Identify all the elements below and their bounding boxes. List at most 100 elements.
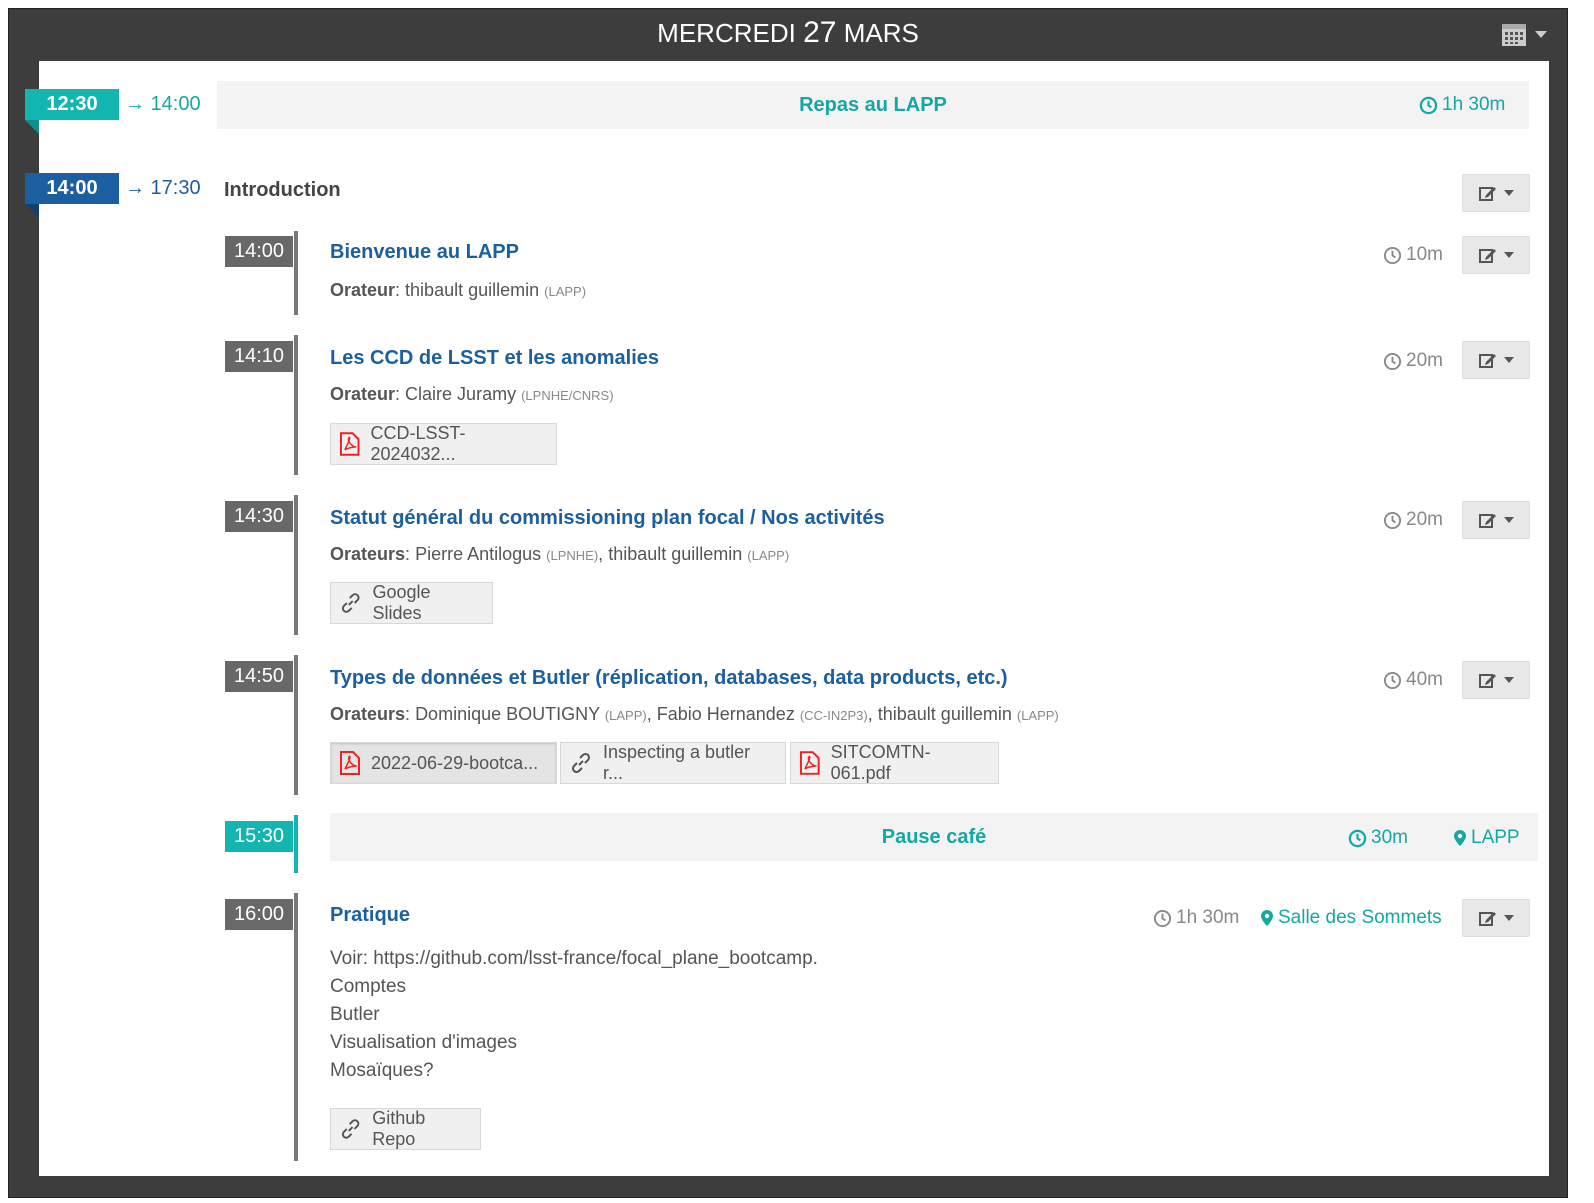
- speaker-affiliation: (CC-IN2P3): [799, 708, 868, 723]
- clock-icon: [1383, 511, 1402, 529]
- flag-tail: [25, 204, 39, 218]
- coffee-duration-text: 30m: [1371, 827, 1408, 848]
- material-button[interactable]: SITCOMTN-061.pdf: [790, 742, 999, 784]
- edit-icon: [1479, 912, 1496, 926]
- pdf-icon: [799, 751, 820, 775]
- link-icon: [571, 752, 591, 774]
- coffee-time: 15:30: [225, 821, 293, 852]
- day-header: MERCREDI 27 MARS: [9, 9, 1567, 57]
- description-line: Comptes: [330, 976, 407, 997]
- day-number: 27: [803, 16, 837, 49]
- material-label: Google Slides: [372, 582, 431, 623]
- day-weekday: MERCREDI: [657, 18, 796, 48]
- clock-icon: [1348, 829, 1367, 847]
- speaker-line: Orateurs: Dominique BOUTIGNY (LAPP), Fab…: [330, 704, 1059, 724]
- contribution-edit-button[interactable]: [1462, 899, 1530, 937]
- material-button[interactable]: Google Slides: [330, 582, 493, 624]
- day-month: MARS: [843, 18, 919, 48]
- speaker-name: Claire Juramy: [405, 384, 517, 404]
- speaker-label: Orateurs: [330, 544, 406, 564]
- contribution-title[interactable]: Pratique: [330, 904, 410, 927]
- material-button[interactable]: Inspecting a butler r...: [560, 742, 786, 784]
- contribution-time: 14:30: [225, 501, 293, 532]
- contribution-title[interactable]: Les CCD de LSST et les anomalies: [330, 347, 659, 370]
- speaker-name: Dominique BOUTIGNY: [415, 704, 600, 724]
- speaker-affiliation: (LPNHE): [546, 548, 599, 563]
- chevron-down-icon: [1504, 517, 1514, 523]
- timeline-bar: [294, 231, 298, 315]
- contribution-duration: 10m: [1383, 244, 1443, 266]
- timeline-bar: [294, 495, 298, 635]
- speaker-line: Orateur: Claire Juramy (LPNHE/CNRS): [330, 384, 614, 404]
- contribution-title[interactable]: Statut général du commissioning plan foc…: [330, 507, 885, 530]
- edit-icon: [1479, 514, 1496, 528]
- calendar-menu-button[interactable]: [1501, 21, 1547, 47]
- contribution-time: 14:00: [225, 236, 293, 267]
- description-line: Mosaïques?: [330, 1060, 434, 1081]
- lunch-title: Repas au LAPP: [799, 94, 947, 116]
- coffee-break-bar[interactable]: Pause café 30m LAPP: [330, 813, 1538, 861]
- contribution-title[interactable]: Bienvenue au LAPP: [330, 241, 519, 264]
- clock-icon: [1153, 909, 1172, 927]
- material-button[interactable]: 2022-06-29-bootca...: [330, 742, 557, 784]
- speaker-affiliation: (LAPP): [544, 284, 587, 299]
- duration-text: 40m: [1406, 669, 1443, 690]
- chevron-down-icon: [1504, 252, 1514, 258]
- session-start-time: 14:00: [25, 173, 119, 204]
- coffee-location[interactable]: LAPP: [1453, 827, 1520, 849]
- link-icon: [341, 1119, 360, 1139]
- lunch-break-bar[interactable]: Repas au LAPP 1h 30m: [217, 81, 1529, 129]
- timeline-bar: [294, 893, 298, 1161]
- material-label: CCD-LSST-2024032...: [370, 423, 466, 464]
- chevron-down-icon: [1504, 357, 1514, 363]
- duration-text: 20m: [1406, 350, 1443, 371]
- pdf-icon: [340, 751, 360, 775]
- contribution-time: 14:50: [225, 661, 293, 692]
- contribution-edit-button[interactable]: [1462, 236, 1530, 274]
- map-marker-icon: [1454, 830, 1466, 846]
- session-edit-button[interactable]: [1462, 174, 1530, 212]
- speaker-line: Orateur: thibault guillemin (LAPP): [330, 280, 587, 300]
- contribution-duration: 40m: [1383, 669, 1443, 691]
- speaker-label: Orateur: [330, 280, 396, 300]
- material-button[interactable]: CCD-LSST-2024032...: [330, 423, 557, 465]
- contribution-duration: 20m: [1383, 509, 1443, 531]
- contribution-description: Voir: https://github.com/lsst-france/foc…: [330, 945, 818, 1085]
- timeline-bar: [294, 655, 298, 795]
- speaker-name: thibault guillemin: [877, 704, 1012, 724]
- speaker-name: Pierre Antilogus: [415, 544, 542, 564]
- speaker-label: Orateur: [330, 384, 396, 404]
- clock-icon: [1383, 246, 1402, 264]
- contribution-title[interactable]: Types de données et Butler (réplication,…: [330, 667, 1008, 690]
- clock-icon: [1383, 671, 1402, 689]
- contribution-location[interactable]: Salle des Sommets: [1260, 907, 1442, 929]
- contribution-edit-button[interactable]: [1462, 501, 1530, 539]
- timetable-frame: MERCREDI 27 MARS 12:30 → 14:00 Repas au …: [8, 8, 1568, 1198]
- chevron-down-icon: [1504, 915, 1514, 921]
- edit-icon: [1479, 354, 1496, 368]
- coffee-location-text: LAPP: [1471, 827, 1520, 848]
- contribution-edit-button[interactable]: [1462, 661, 1530, 699]
- coffee-duration: 30m: [1348, 827, 1408, 849]
- speaker-name: Fabio Hernandez: [656, 704, 795, 724]
- session-title[interactable]: Introduction: [224, 179, 341, 202]
- speaker-label: Orateurs: [330, 704, 406, 724]
- pdf-icon: [339, 432, 360, 456]
- location-text: Salle des Sommets: [1278, 907, 1442, 928]
- map-marker-icon: [1261, 910, 1273, 926]
- speaker-affiliation: (LPNHE/CNRS): [521, 388, 614, 403]
- description-line: Butler: [330, 1004, 380, 1025]
- edit-icon: [1479, 674, 1496, 688]
- timetable-content: 12:30 → 14:00 Repas au LAPP 1h 30m 14:00…: [25, 61, 1549, 1176]
- speaker-line: Orateurs: Pierre Antilogus (LPNHE), thib…: [330, 544, 790, 564]
- contribution-edit-button[interactable]: [1462, 341, 1530, 379]
- chevron-down-icon: [1504, 677, 1514, 683]
- chevron-down-icon: [1504, 190, 1514, 196]
- duration-text: 10m: [1406, 244, 1443, 265]
- material-button[interactable]: Github Repo: [330, 1108, 481, 1150]
- material-label: SITCOMTN-061.pdf: [830, 742, 931, 783]
- material-label: 2022-06-29-bootca...: [371, 752, 539, 773]
- clock-icon: [1383, 352, 1402, 370]
- clock-icon: [1419, 96, 1438, 114]
- speaker-affiliation: (LAPP): [1016, 708, 1059, 723]
